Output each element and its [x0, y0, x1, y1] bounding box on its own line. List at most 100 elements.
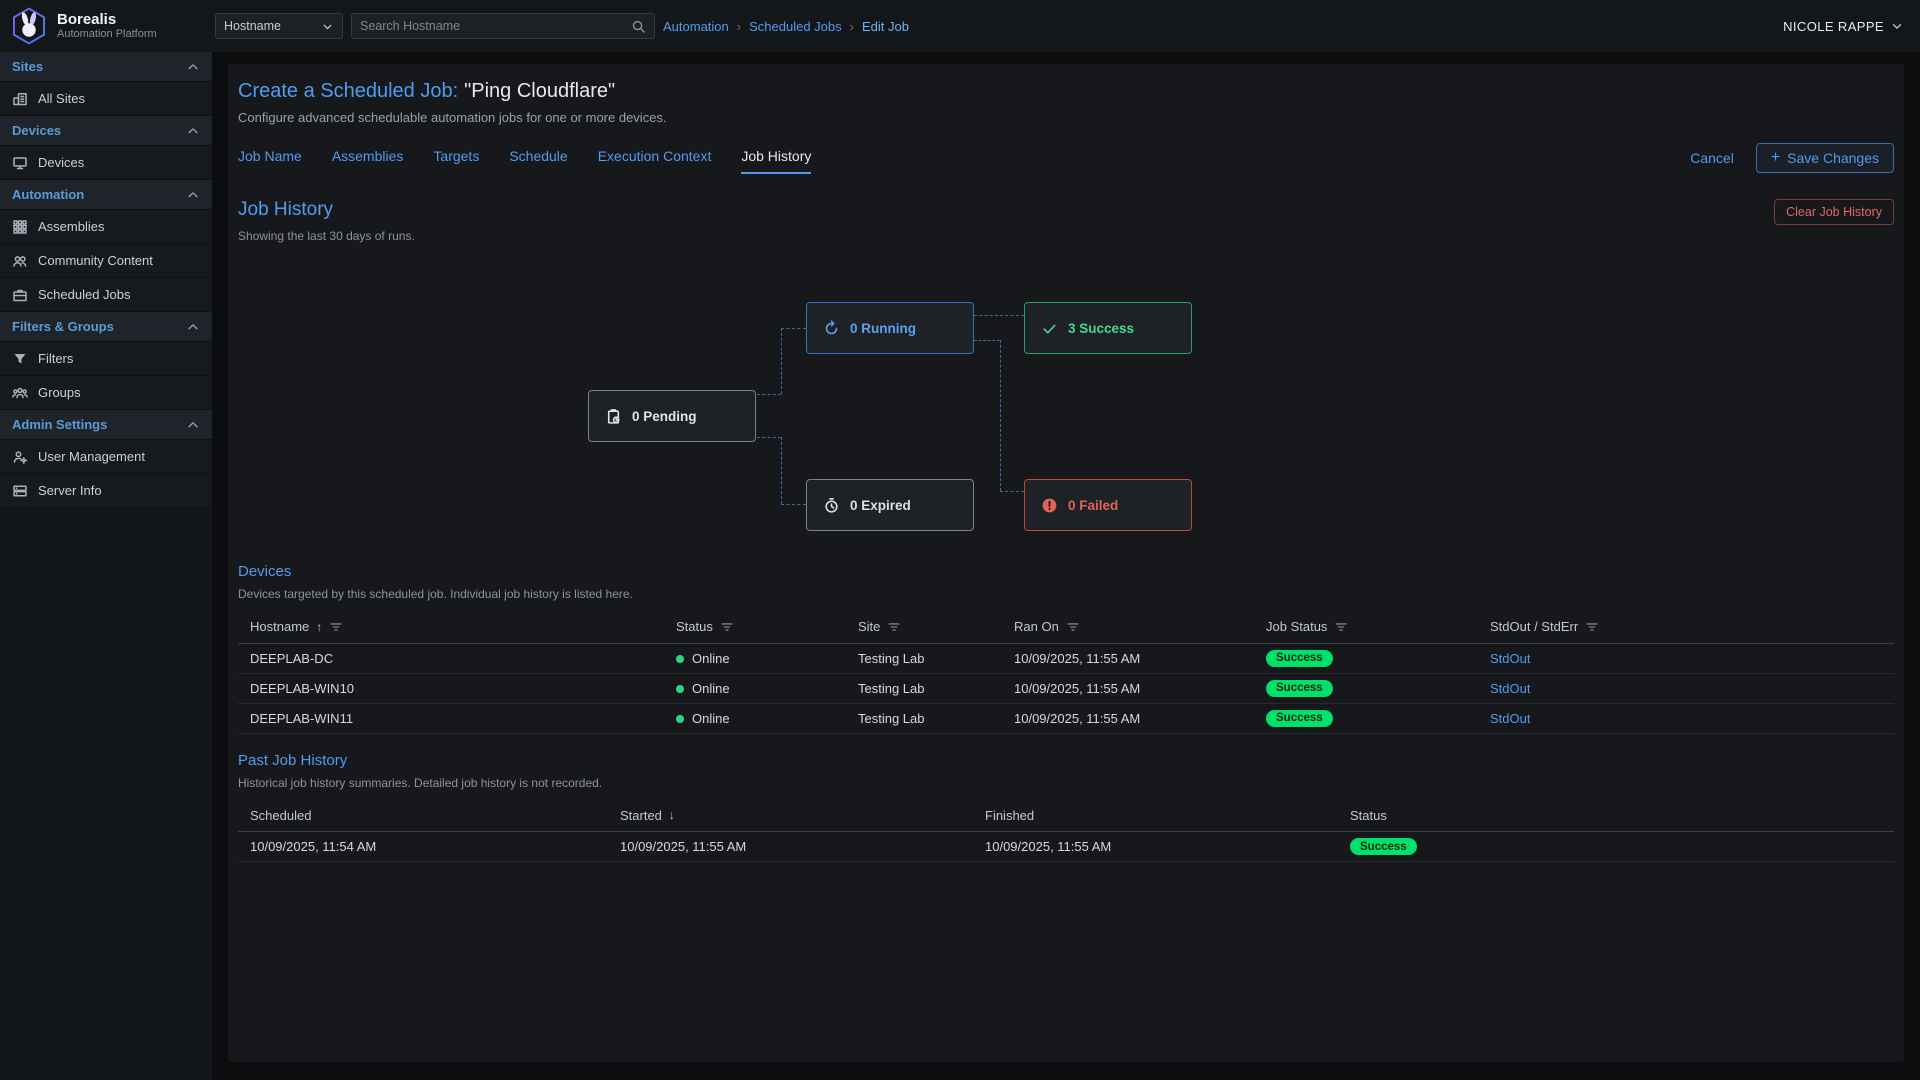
tab-targets[interactable]: Targets [433, 148, 479, 174]
sidebar-section-automation[interactable]: Automation [0, 180, 212, 210]
user-menu[interactable]: NICOLE RAPPE [1783, 19, 1904, 34]
monitor-icon [12, 155, 28, 171]
col-ran-on[interactable]: Ran On [1002, 611, 1254, 643]
chevron-up-icon [186, 60, 200, 74]
sidebar-section-admin-settings[interactable]: Admin Settings [0, 410, 212, 440]
col-status[interactable]: Status [664, 611, 846, 643]
connector-line [1000, 491, 1024, 492]
grid-icon [12, 219, 28, 235]
save-changes-button[interactable]: + Save Changes [1756, 143, 1894, 173]
connector-line [974, 340, 1000, 341]
node-running-label: 0 Running [850, 321, 916, 336]
breadcrumb-separator: › [850, 19, 854, 34]
cell-job-status: Success [1254, 673, 1478, 703]
cell-job-status: Success [1254, 703, 1478, 733]
sidebar-item-assemblies[interactable]: Assemblies [0, 210, 212, 244]
job-history-heading: Job History [238, 199, 415, 221]
node-failed-label: 0 Failed [1068, 498, 1118, 513]
col-finished[interactable]: Finished [973, 800, 1338, 832]
filter-list-icon[interactable] [329, 620, 343, 634]
stdout-link[interactable]: StdOut [1490, 651, 1530, 666]
tab-job-history[interactable]: Job History [741, 148, 811, 174]
table-row[interactable]: DEEPLAB-WIN10 Online Testing Lab 10/09/2… [238, 673, 1894, 703]
node-pending: 0 Pending [588, 390, 756, 442]
tab-assemblies[interactable]: Assemblies [332, 148, 404, 174]
sidebar-item-label: Server Info [38, 483, 102, 498]
sort-asc-icon[interactable]: ↑ [316, 620, 322, 634]
error-icon [1041, 497, 1058, 514]
past-history-table: Scheduled Started↓ Finished Status 10/09… [238, 800, 1894, 863]
online-dot [676, 655, 684, 663]
filter-list-icon[interactable] [1066, 620, 1080, 634]
devices-caption: Devices targeted by this scheduled job. … [238, 587, 1894, 601]
table-row[interactable]: DEEPLAB-WIN11 Online Testing Lab 10/09/2… [238, 703, 1894, 733]
tab-job-name[interactable]: Job Name [238, 148, 302, 174]
sort-desc-icon[interactable]: ↓ [669, 808, 675, 822]
table-row[interactable]: DEEPLAB-DC Online Testing Lab 10/09/2025… [238, 643, 1894, 673]
sidebar-item-label: Groups [38, 385, 81, 400]
section-label: Devices [12, 123, 61, 138]
col-site[interactable]: Site [846, 611, 1002, 643]
people-icon [12, 253, 28, 269]
col-started[interactable]: Started↓ [608, 800, 973, 832]
breadcrumb-automation[interactable]: Automation [663, 19, 729, 34]
tab-schedule[interactable]: Schedule [509, 148, 567, 174]
stdout-link[interactable]: StdOut [1490, 711, 1530, 726]
cell-ran-on: 10/09/2025, 11:55 AM [1002, 643, 1254, 673]
col-status[interactable]: Status [1338, 800, 1894, 832]
hostname-select[interactable]: Hostname [215, 13, 343, 39]
tab-execution-context[interactable]: Execution Context [598, 148, 712, 174]
sidebar-item-server-info[interactable]: Server Info [0, 474, 212, 508]
table-row[interactable]: 10/09/2025, 11:54 AM 10/09/2025, 11:55 A… [238, 832, 1894, 862]
sidebar-section-sites[interactable]: Sites [0, 52, 212, 82]
sidebar-item-devices[interactable]: Devices [0, 146, 212, 180]
breadcrumb-edit-job[interactable]: Edit Job [862, 19, 909, 34]
filter-list-icon[interactable] [1334, 620, 1348, 634]
filter-list-icon[interactable] [1585, 620, 1599, 634]
node-success-label: 3 Success [1068, 321, 1134, 336]
col-hostname[interactable]: Hostname↑ [238, 611, 664, 643]
top-bar: Borealis Automation Platform Hostname Au… [0, 0, 1920, 52]
cell-hostname: DEEPLAB-DC [238, 643, 664, 673]
filter-list-icon[interactable] [720, 620, 734, 634]
borealis-logo-icon [10, 7, 48, 45]
cell-ran-on: 10/09/2025, 11:55 AM [1002, 703, 1254, 733]
main-panel: Create a Scheduled Job:"Ping Cloudflare"… [228, 64, 1904, 1062]
search-icon[interactable] [631, 19, 646, 34]
sidebar-item-label: All Sites [38, 91, 85, 106]
sidebar-item-filters[interactable]: Filters [0, 342, 212, 376]
node-expired: 0 Expired [806, 479, 974, 531]
sidebar-item-all-sites[interactable]: All Sites [0, 82, 212, 116]
chevron-up-icon [186, 124, 200, 138]
cell-scheduled: 10/09/2025, 11:54 AM [238, 832, 608, 862]
briefcase-icon [12, 287, 28, 303]
col-stdout[interactable]: StdOut / StdErr [1478, 611, 1894, 643]
stdout-link[interactable]: StdOut [1490, 681, 1530, 696]
clear-job-history-button[interactable]: Clear Job History [1774, 199, 1894, 225]
sidebar-item-groups[interactable]: Groups [0, 376, 212, 410]
devices-heading: Devices [238, 563, 1894, 580]
devices-section: Devices Devices targeted by this schedul… [238, 563, 1894, 734]
cell-site: Testing Lab [846, 643, 1002, 673]
chevron-up-icon [186, 320, 200, 334]
sidebar-item-user-management[interactable]: User Management [0, 440, 212, 474]
search-box[interactable] [351, 13, 655, 39]
sidebar-section-filters-groups[interactable]: Filters & Groups [0, 312, 212, 342]
search-input[interactable] [360, 19, 631, 33]
section-label: Admin Settings [12, 417, 107, 432]
col-scheduled[interactable]: Scheduled [238, 800, 608, 832]
page-title-job-name: "Ping Cloudflare" [464, 80, 615, 102]
sidebar-item-community-content[interactable]: Community Content [0, 244, 212, 278]
cancel-button[interactable]: Cancel [1690, 150, 1734, 166]
user-name: NICOLE RAPPE [1783, 19, 1884, 34]
breadcrumb-scheduled-jobs[interactable]: Scheduled Jobs [749, 19, 842, 34]
filter-list-icon[interactable] [887, 620, 901, 634]
connector-line [781, 504, 806, 505]
col-job-status[interactable]: Job Status [1254, 611, 1478, 643]
sidebar-section-devices[interactable]: Devices [0, 116, 212, 146]
devices-table-header-row: Hostname↑ Status Site Ran On Job Status … [238, 611, 1894, 643]
brand-title: Borealis [57, 11, 157, 28]
cell-ran-on: 10/09/2025, 11:55 AM [1002, 673, 1254, 703]
sidebar-item-scheduled-jobs[interactable]: Scheduled Jobs [0, 278, 212, 312]
sync-icon [823, 320, 840, 337]
